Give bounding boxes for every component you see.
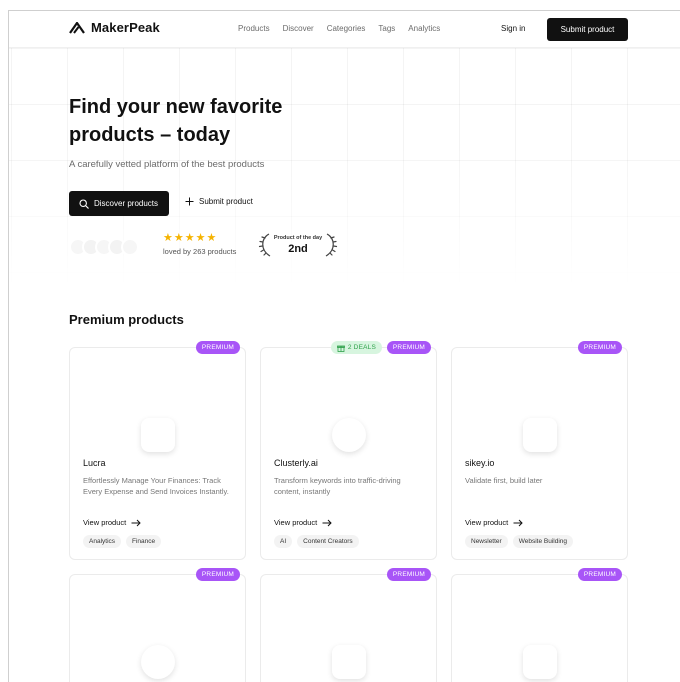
tag-chip[interactable]: Finance [126,535,162,548]
gift-icon [336,345,345,352]
product-description: Validate first, build later [465,476,543,485]
view-product-label: View product [274,518,318,527]
deals-badge: 2 DEALS [330,341,382,354]
product-name: Clusterly.ai [274,458,318,468]
product-logo [523,418,557,452]
social-proof-rating: ★ ★ ★ ★ ★ loved by 263 products [163,233,237,257]
mountain-logo-icon [69,21,85,34]
submit-product-button[interactable]: Submit product [547,18,628,41]
product-name: sikey.io [465,458,495,468]
view-product-link[interactable]: View product [83,518,141,527]
product-tags: Analytics Finance [83,535,162,548]
tag-chip[interactable]: Content Creators [297,535,359,548]
star-icon: ★ [206,232,217,244]
arrow-right-icon [513,519,523,526]
view-product-label: View product [465,518,509,527]
tag-chip[interactable]: Newsletter [465,535,508,548]
product-card-sikey[interactable]: PREMIUM sikey.io Validate first, build l… [451,341,628,560]
product-name: Lucra [83,458,106,468]
avatar [121,238,139,256]
primary-nav: Products Discover Categories Tags Analyt… [238,24,453,33]
view-product-label: View product [83,518,127,527]
deals-badge-label: 2 DEALS [347,344,376,351]
premium-badge: PREMIUM [386,568,431,581]
loved-by-text: loved by 263 products [163,247,237,256]
product-logo [523,645,557,679]
premium-badge: PREMIUM [577,341,622,354]
star-icon: ★ [163,232,173,244]
nav-link-analytics[interactable]: Analytics [408,24,440,33]
discover-products-label: Discover products [94,199,159,208]
nav-link-products[interactable]: Products [238,24,270,33]
product-tags: AI Content Creators [274,535,359,548]
hero-submit-product-label: Submit product [199,197,253,206]
product-logo [141,418,175,452]
star-icon: ★ [195,232,206,244]
star-rating: ★ ★ ★ ★ ★ [163,233,236,244]
premium-badge: PREMIUM [577,568,622,581]
sign-in-link[interactable]: Sign in [501,24,525,33]
tag-chip[interactable]: Analytics [83,535,122,548]
product-card[interactable]: PREMIUM [260,568,437,682]
hero-submit-product-link[interactable]: Submit product [185,197,253,206]
product-logo [141,645,175,679]
view-product-link[interactable]: View product [465,518,523,527]
brand-logo[interactable]: MakerPeak [69,20,160,35]
product-logo [332,645,366,679]
hero-subtitle: A carefully vetted platform of the best … [69,159,265,170]
product-card-lucra[interactable]: PREMIUM Lucra Effortlessly Manage Your F… [69,341,246,560]
product-card[interactable]: PREMIUM [69,568,246,682]
star-icon: ★ [173,232,184,244]
maker-avatars [69,238,139,256]
star-icon: ★ [184,232,195,244]
product-description: Transform keywords into traffic-driving … [274,476,401,496]
tag-chip[interactable]: AI [274,535,293,548]
premium-badge: PREMIUM [386,341,431,354]
brand-name: MakerPeak [91,20,160,35]
laurel-right-icon [325,233,338,257]
product-logo [332,418,366,452]
tag-chip[interactable]: Website Building [512,535,574,548]
product-card[interactable]: PREMIUM [451,568,628,682]
nav-link-discover[interactable]: Discover [283,24,314,33]
arrow-right-icon [131,519,141,526]
arrow-right-icon [322,519,332,526]
product-of-the-day-badge[interactable]: Product of the day 2nd [258,231,338,259]
product-card-clusterly[interactable]: 2 DEALS PREMIUM Clusterly.ai Transform k… [260,341,437,560]
nav-link-tags[interactable]: Tags [378,24,395,33]
hero-title: Find your new favorite products – today [69,96,283,146]
premium-badge: PREMIUM [195,341,240,354]
product-tags: Newsletter Website Building [465,535,574,548]
plus-icon [185,197,194,206]
premium-badge: PREMIUM [195,568,240,581]
premium-products-title: Premium products [69,312,184,327]
view-product-link[interactable]: View product [274,518,332,527]
nav-link-categories[interactable]: Categories [327,24,366,33]
search-icon [79,198,89,209]
product-description: Effortlessly Manage Your Finances: Track… [83,476,229,496]
top-navbar: MakerPeak Products Discover Categories T… [9,11,680,48]
discover-products-button[interactable]: Discover products [69,191,169,216]
browser-viewport: MakerPeak Products Discover Categories T… [8,10,680,682]
